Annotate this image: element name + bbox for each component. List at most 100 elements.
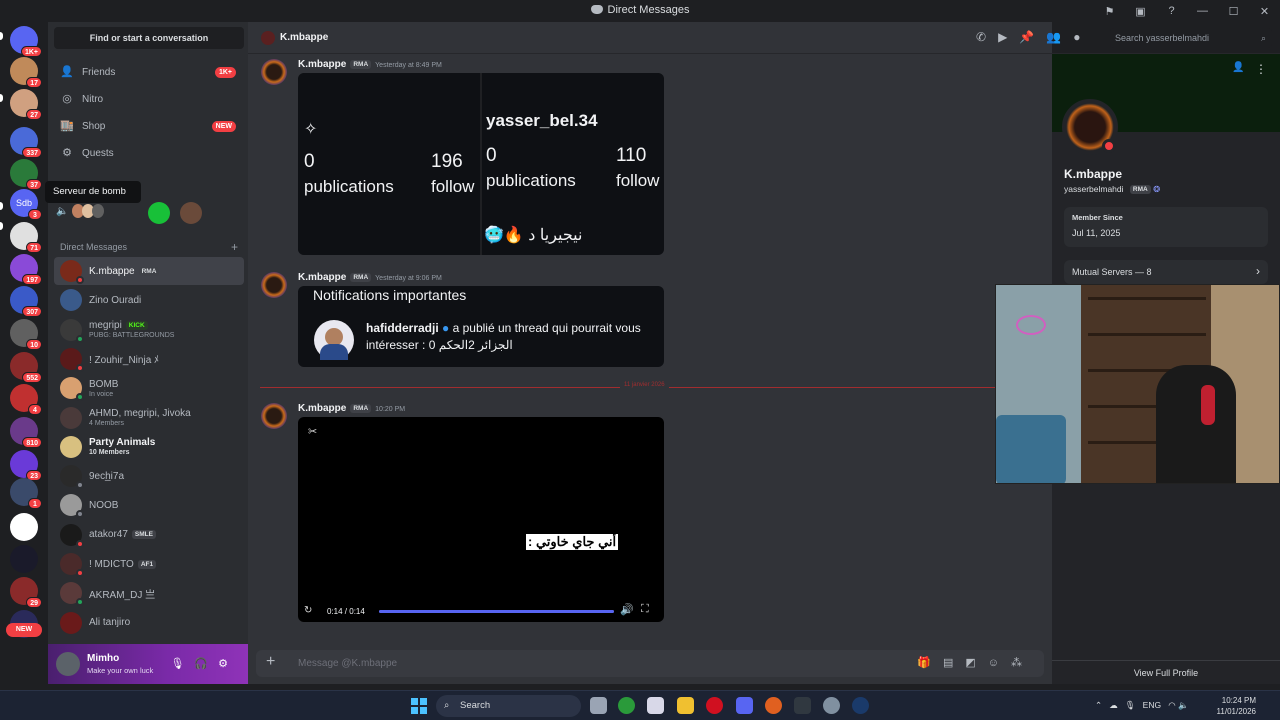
- avatar[interactable]: [148, 202, 170, 224]
- dm-name: megripi: [89, 320, 122, 332]
- more-icon[interactable]: ⋮: [1255, 62, 1267, 76]
- pin-icon[interactable]: 📌: [1019, 30, 1046, 44]
- task-view-icon[interactable]: [590, 697, 607, 714]
- mic-icon[interactable]: 🎙: [170, 658, 194, 670]
- dm-item[interactable]: atakor47 SMLE: [54, 521, 244, 549]
- sticker-icon[interactable]: ◩: [965, 657, 987, 669]
- mutual-servers-button[interactable]: Mutual Servers — 8 ›: [1064, 260, 1268, 284]
- nav-item-shop[interactable]: 🏬 Shop NEW: [54, 114, 244, 138]
- call-icon[interactable]: ✆: [976, 30, 998, 44]
- clock[interactable]: 10:24 PM 11/01/2026: [1217, 695, 1256, 717]
- video-player[interactable]: ✂ أني جاي خاوتي : ↻ 0:14 / 0:14 🔊 ⛶: [298, 417, 664, 622]
- discord-taskbar-icon[interactable]: [736, 697, 753, 714]
- server-icon[interactable]: 1: [10, 478, 42, 509]
- opera-icon[interactable]: [706, 697, 723, 714]
- settings-icon[interactable]: ⚙: [218, 658, 238, 670]
- system-tray[interactable]: ⌃ ☁ 🎙 ENG ◠ 🔈: [1095, 700, 1189, 711]
- nav-item-quests[interactable]: ⚙ Quests: [54, 141, 244, 165]
- avatar: [60, 523, 84, 548]
- settings-app-icon[interactable]: [823, 697, 840, 714]
- avatar[interactable]: [56, 652, 80, 676]
- dm-item[interactable]: Zino Ouradi: [54, 286, 244, 314]
- chrome-icon[interactable]: [618, 697, 635, 714]
- snipping-tool-icon[interactable]: [647, 697, 664, 714]
- windows-start-icon[interactable]: [411, 698, 427, 714]
- avatar[interactable]: [261, 403, 287, 429]
- message-header: K.mbappe RMA Yesterday at 8:49 PM: [298, 59, 442, 70]
- server-icon[interactable]: 10: [10, 319, 42, 350]
- maximize-button[interactable]: ☐: [1218, 5, 1249, 18]
- server-icon[interactable]: 1K+: [10, 26, 42, 57]
- dm-item[interactable]: ! MDICTO AF1: [54, 550, 244, 578]
- status-indicator: [76, 276, 84, 284]
- server-icon[interactable]: 197: [10, 254, 42, 285]
- gif-icon[interactable]: ▤: [943, 657, 965, 669]
- notification-attachment[interactable]: Notifications importantes hafidderradji …: [298, 286, 664, 367]
- image-attachment[interactable]: ✧ 0 publications 196 follow yasser_bel.3…: [298, 73, 664, 255]
- server-icon[interactable]: [10, 545, 38, 573]
- dm-item[interactable]: 9ech̲i7a: [54, 462, 244, 490]
- avatar[interactable]: [180, 202, 202, 224]
- message-input[interactable]: Message @K.mbappe: [298, 658, 397, 669]
- server-icon[interactable]: 23: [10, 450, 42, 481]
- apps-icon[interactable]: ⁂: [1011, 657, 1034, 669]
- taskbar-search[interactable]: ⌕ Search: [436, 695, 581, 717]
- create-dm-icon[interactable]: +: [231, 240, 238, 254]
- dm-item[interactable]: BOMB In voice: [54, 374, 244, 402]
- video-progress-bar[interactable]: [379, 610, 614, 613]
- firefox-icon[interactable]: [765, 697, 782, 714]
- message-composer[interactable]: + Message @K.mbappe 🎁▤◩☺⁂: [256, 650, 1044, 677]
- avatar[interactable]: [261, 272, 287, 298]
- video-icon[interactable]: ▶: [998, 30, 1019, 44]
- add-friend-icon[interactable]: 👥: [1046, 30, 1073, 44]
- fullscreen-icon[interactable]: ⛶: [641, 603, 649, 616]
- new-servers-pill[interactable]: NEW: [6, 623, 42, 637]
- headphones-icon[interactable]: 🎧: [194, 658, 218, 670]
- dm-item[interactable]: AHMD, megripi, Jivoka 4 Members: [54, 404, 244, 432]
- search-input[interactable]: Search yasserbelmahdi ⌕: [1110, 28, 1272, 48]
- profile-toggle-icon[interactable]: ●: [1073, 30, 1092, 44]
- file-explorer-icon[interactable]: [677, 697, 694, 714]
- inbox-flag-icon[interactable]: ⚑: [1094, 5, 1125, 18]
- nav-item-nitro[interactable]: ◎ Nitro: [54, 87, 244, 111]
- dm-item[interactable]: Ali tanjiro: [54, 609, 244, 637]
- volume-icon[interactable]: 🔊: [620, 603, 634, 616]
- app-icon[interactable]: [794, 697, 811, 714]
- help-icon[interactable]: ?: [1156, 5, 1187, 17]
- server-icon[interactable]: 37: [10, 159, 42, 190]
- find-conversation-button[interactable]: Find or start a conversation: [54, 27, 244, 49]
- replay-icon[interactable]: ↻: [304, 605, 312, 616]
- server-icon[interactable]: Sdb 3: [10, 189, 42, 220]
- server-icon[interactable]: [10, 513, 38, 541]
- server-icon[interactable]: 71: [10, 222, 42, 253]
- avatar[interactable]: [261, 59, 287, 85]
- dm-item[interactable]: Party Animals 10 Members: [54, 433, 244, 461]
- close-button[interactable]: ✕: [1249, 5, 1280, 18]
- avatar[interactable]: [1062, 99, 1118, 155]
- add-friend-icon[interactable]: 👤: [1232, 62, 1244, 73]
- attach-plus-icon[interactable]: +: [266, 653, 275, 671]
- view-full-profile-button[interactable]: View Full Profile: [1052, 660, 1280, 684]
- nitro-badge-icon: ❂: [1153, 184, 1161, 194]
- avatar: [314, 320, 354, 360]
- dm-item[interactable]: megripi KICK PUBG: BATTLEGROUNDS: [54, 316, 244, 344]
- server-icon[interactable]: 29: [10, 577, 42, 608]
- server-icon[interactable]: 307: [10, 286, 42, 317]
- minimize-button[interactable]: —: [1187, 5, 1218, 17]
- dm-item[interactable]: K.mbappe RMA: [54, 257, 244, 285]
- server-icon[interactable]: 810: [10, 417, 42, 448]
- screen-icon[interactable]: ▣: [1125, 5, 1156, 18]
- dm-item[interactable]: AKRAM_DJ 亗: [54, 579, 244, 607]
- gift-icon[interactable]: 🎁: [917, 657, 943, 669]
- dm-name: Ali tanjiro: [89, 617, 131, 629]
- nav-item-friends[interactable]: 👤 Friends 1K+: [54, 60, 244, 84]
- server-icon[interactable]: 4: [10, 384, 42, 415]
- dm-item[interactable]: ! Zouhir_Ninja ﾒ: [54, 345, 244, 373]
- server-icon[interactable]: 27: [10, 89, 42, 120]
- server-icon[interactable]: 552: [10, 352, 42, 383]
- steam-icon[interactable]: [852, 697, 869, 714]
- emoji-icon[interactable]: ☺: [988, 657, 1011, 669]
- server-icon[interactable]: 337: [10, 127, 42, 158]
- dm-item[interactable]: NOOB: [54, 491, 244, 519]
- server-icon[interactable]: 17: [10, 57, 42, 88]
